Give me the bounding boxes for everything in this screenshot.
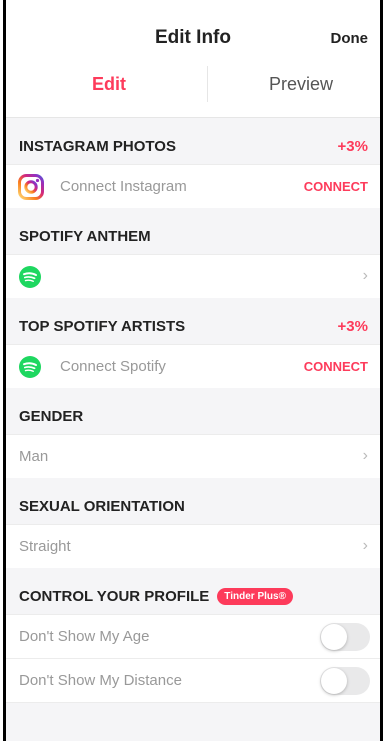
toggle-knob — [321, 668, 347, 694]
section-title-text: CONTROL YOUR PROFILE — [19, 588, 210, 605]
tab-edit[interactable]: Edit — [92, 74, 126, 95]
connect-spotify-label: Connect Spotify — [60, 358, 166, 375]
edit-preview-tabs: Edit Preview — [6, 52, 380, 118]
instagram-section-header: INSTAGRAM PHOTOS +3% — [6, 118, 380, 164]
tab-preview[interactable]: Preview — [269, 74, 333, 95]
chevron-right-icon: › — [362, 537, 368, 554]
gender-row[interactable]: Man › — [6, 434, 380, 478]
gender-value: Man — [19, 448, 49, 465]
dont-show-distance-toggle[interactable] — [320, 667, 370, 695]
connect-spotify-row[interactable]: Connect Spotify CONNECT — [6, 344, 380, 388]
toggle-label: Don't Show My Distance — [19, 672, 182, 689]
connect-instagram-row[interactable]: Connect Instagram CONNECT — [6, 164, 380, 208]
tinder-plus-badge: Tinder Plus® — [217, 588, 293, 605]
section-title: TOP SPOTIFY ARTISTS — [19, 318, 186, 335]
dont-show-age-toggle[interactable] — [320, 623, 370, 651]
orientation-row[interactable]: Straight › — [6, 524, 380, 568]
page-title: Edit Info — [155, 27, 231, 48]
control-profile-section-header: CONTROL YOUR PROFILE Tinder Plus® — [6, 568, 380, 614]
section-title: INSTAGRAM PHOTOS — [19, 138, 176, 155]
chevron-right-icon: › — [362, 267, 368, 284]
orientation-section-header: SEXUAL ORIENTATION — [6, 478, 380, 524]
spotify-icon — [19, 356, 41, 378]
orientation-value: Straight — [19, 538, 71, 555]
spotify-icon — [19, 266, 41, 288]
section-title: SEXUAL ORIENTATION — [19, 498, 185, 515]
toggle-knob — [321, 624, 347, 650]
instagram-icon — [18, 174, 44, 200]
spotify-anthem-section-header: SPOTIFY ANTHEM — [6, 208, 380, 254]
chevron-right-icon: › — [362, 447, 368, 464]
boost-percent: +3% — [337, 318, 368, 335]
done-button[interactable]: Done — [331, 30, 369, 47]
toggle-label: Don't Show My Age — [19, 628, 150, 645]
tab-divider — [207, 66, 208, 102]
edit-info-screen: Edit Info Done Edit Preview INSTAGRAM PH… — [3, 0, 383, 741]
navigation-bar: Edit Info Done — [6, 0, 380, 52]
dont-show-age-row: Don't Show My Age — [6, 614, 380, 658]
gender-section-header: GENDER — [6, 388, 380, 434]
spotify-anthem-row[interactable]: › — [6, 254, 380, 298]
top-spotify-artists-section-header: TOP SPOTIFY ARTISTS +3% — [6, 298, 380, 344]
connect-instagram-button[interactable]: CONNECT — [304, 179, 368, 194]
section-title: SPOTIFY ANTHEM — [19, 228, 151, 245]
connect-instagram-label: Connect Instagram — [60, 178, 187, 195]
dont-show-distance-row: Don't Show My Distance — [6, 658, 380, 703]
section-title: GENDER — [19, 408, 84, 425]
boost-percent: +3% — [337, 138, 368, 155]
section-title: CONTROL YOUR PROFILE Tinder Plus® — [19, 588, 293, 605]
connect-spotify-button[interactable]: CONNECT — [304, 359, 368, 374]
